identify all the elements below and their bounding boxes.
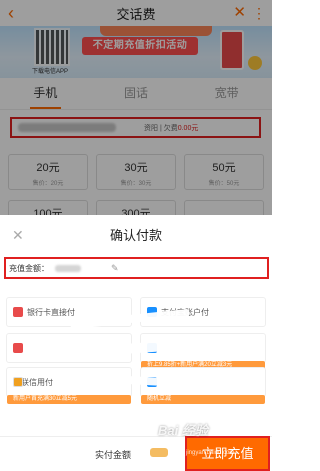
wechat-icon xyxy=(13,343,23,353)
confirm-payment-sheet: ✕ 确认付款 充值金额： ✎ 银行卡直接付 支付宝账户付 折上9.85折+新用户… xyxy=(0,215,272,471)
edit-icon[interactable]: ✎ xyxy=(111,263,119,274)
bank-icon xyxy=(13,307,23,317)
total-label: 实付金额 xyxy=(95,450,132,460)
redacted-amount xyxy=(55,264,81,272)
redacted-total xyxy=(150,448,168,457)
payment-label: 银行卡直接付 xyxy=(27,307,75,317)
promo-tag: 随机立减 xyxy=(141,395,265,404)
watermark-url: jingyan.baidu.com xyxy=(186,450,235,456)
baidu-watermark: Bai 经验 xyxy=(158,423,208,438)
amount-label: 充值金额： xyxy=(9,263,49,273)
credit-icon xyxy=(13,377,23,387)
sheet-title: 确认付款 xyxy=(109,228,162,243)
promo-tag: 新用户首充满30立减5元 xyxy=(7,395,131,404)
recharge-amount-row[interactable]: 充值金额： ✎ xyxy=(4,257,269,279)
